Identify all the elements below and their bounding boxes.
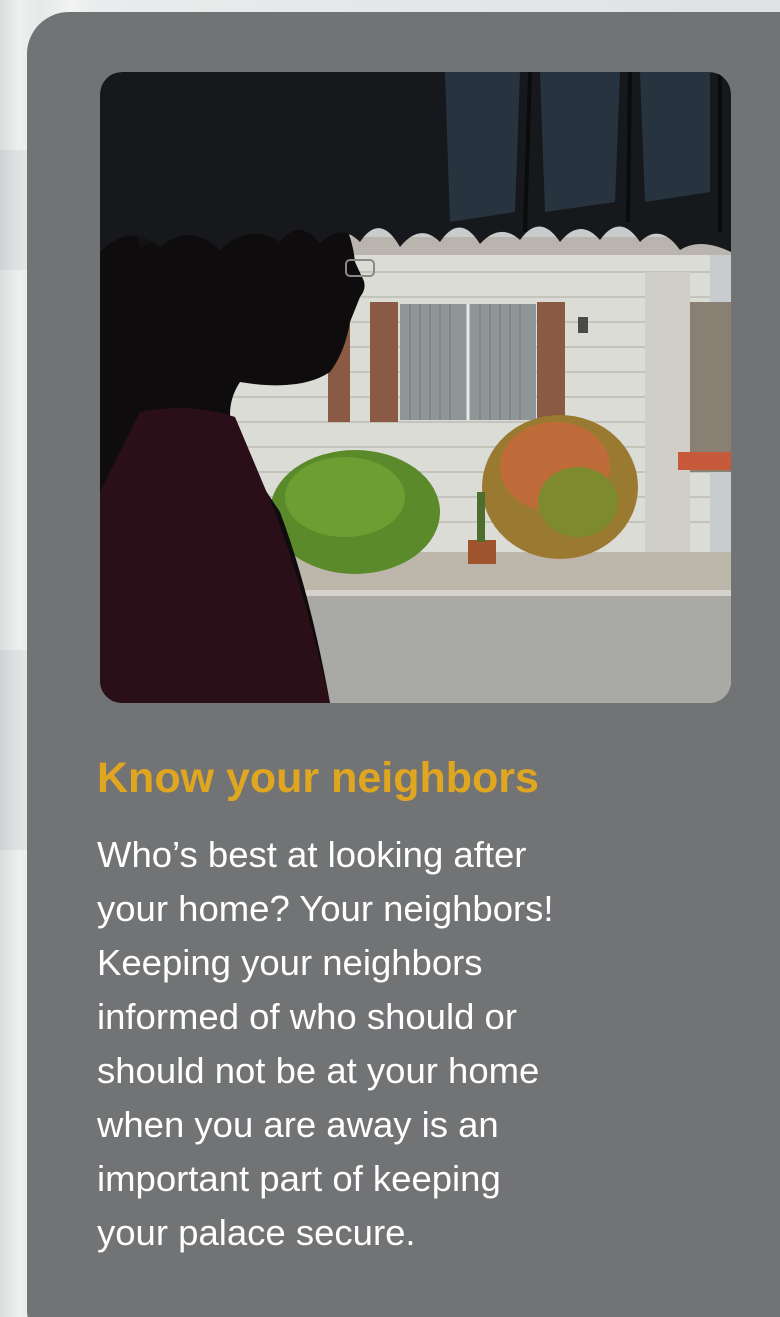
body-line: informed of who should or	[97, 996, 517, 1037]
body-line: Keeping your neighbors	[97, 942, 483, 983]
body-line: when you are away is an	[97, 1104, 499, 1145]
card-heading: Know your neighbors	[97, 754, 539, 802]
body-line: your home? Your neighbors!	[97, 888, 554, 929]
card-body-text: Who’s best at looking after your home? Y…	[97, 828, 757, 1260]
page: Know your neighbors Who’s best at lookin…	[0, 0, 780, 1317]
photo-illustration	[100, 72, 731, 703]
body-line: should not be at your home	[97, 1050, 540, 1091]
body-line: important part of keeping	[97, 1158, 501, 1199]
body-line: your palace secure.	[97, 1212, 416, 1253]
neighbor-window-photo	[100, 72, 731, 703]
body-line: Who’s best at looking after	[97, 834, 527, 875]
